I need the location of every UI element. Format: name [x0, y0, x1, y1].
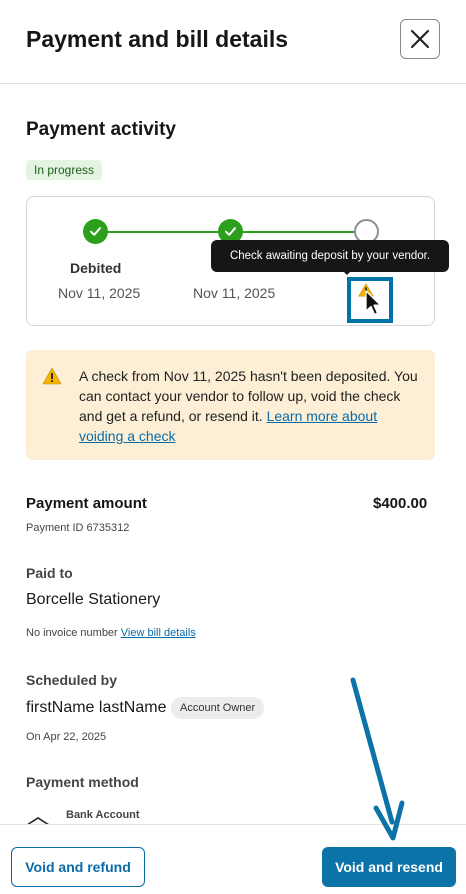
action-footer: Void and refund Void and resend — [0, 824, 466, 894]
step-1-label: Debited — [70, 260, 122, 276]
step-1-check-icon — [83, 219, 108, 244]
view-bill-details-link[interactable]: View bill details — [121, 627, 196, 639]
scheduler-name: firstName lastName — [26, 699, 167, 716]
close-icon — [410, 29, 430, 49]
invoice-text: No invoice number — [26, 627, 118, 639]
status-badge: In progress — [26, 160, 103, 180]
warning-banner: A check from Nov 11, 2025 hasn't been de… — [26, 350, 435, 460]
progress-line-1 — [107, 231, 231, 233]
status-tooltip: Check awaiting deposit by your vendor. — [211, 240, 449, 272]
warning-icon — [42, 367, 62, 385]
step-2-date: Nov 11, 2025 — [193, 285, 276, 301]
invoice-info: No invoice number View bill details — [26, 627, 196, 639]
page-title: Payment and bill details — [26, 26, 289, 52]
paid-to-label: Paid to — [26, 565, 73, 581]
bank-account-label: Bank Account — [66, 809, 140, 821]
vendor-name: Borcelle Stationery — [26, 591, 161, 608]
payment-amount-label: Payment amount — [26, 495, 147, 512]
payment-activity-title: Payment activity — [26, 119, 176, 140]
void-and-resend-button[interactable]: Void and resend — [322, 847, 456, 887]
account-owner-badge: Account Owner — [171, 697, 265, 719]
highlight-box — [347, 277, 393, 323]
warning-message: A check from Nov 11, 2025 hasn't been de… — [79, 366, 419, 446]
payment-method-label: Payment method — [26, 774, 139, 790]
void-and-refund-button[interactable]: Void and refund — [11, 847, 145, 887]
panel-header: Payment and bill details — [0, 0, 466, 84]
payment-id: Payment ID 6735312 — [26, 522, 130, 534]
scheduled-date: On Apr 22, 2025 — [26, 731, 107, 743]
close-button[interactable] — [400, 19, 440, 59]
progress-line-2 — [242, 231, 356, 233]
scheduled-by-label: Scheduled by — [26, 672, 118, 688]
payment-amount-value: $400.00 — [373, 495, 428, 512]
tooltip-arrow — [342, 270, 352, 275]
step-1-date: Nov 11, 2025 — [58, 285, 141, 301]
